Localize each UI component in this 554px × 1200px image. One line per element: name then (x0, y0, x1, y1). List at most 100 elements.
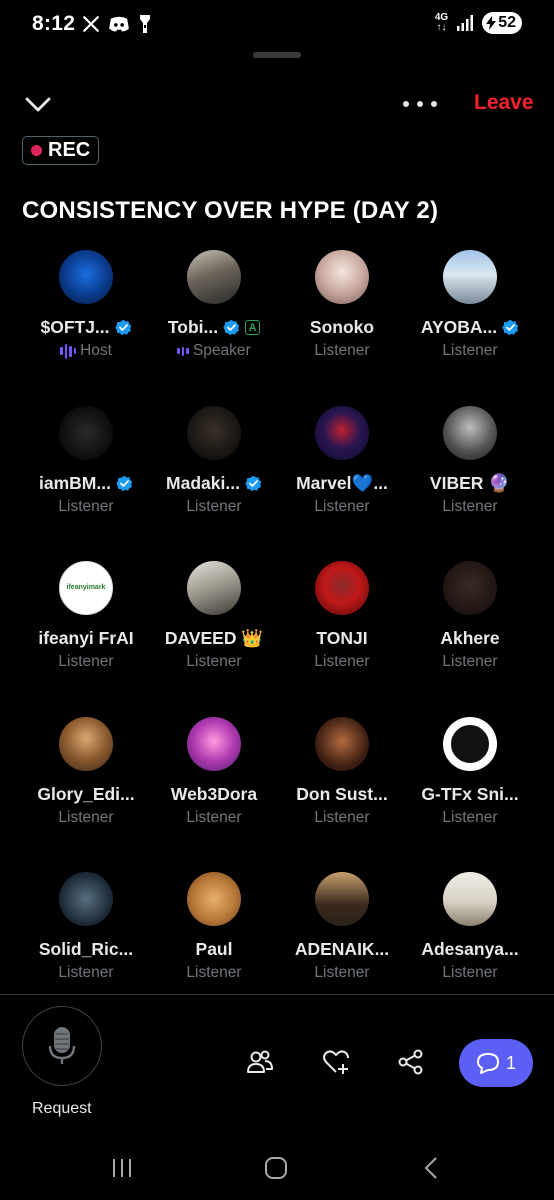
participant[interactable]: Sonoko Listener (278, 250, 406, 406)
participant-role-row: Listener (442, 498, 497, 516)
avatar[interactable] (187, 872, 241, 926)
chevron-down-icon[interactable] (24, 90, 52, 118)
participant-role-row: Listener (58, 809, 113, 827)
participant-role: Listener (58, 964, 114, 981)
participant[interactable]: Solid_Ric... Listener (22, 872, 150, 1028)
status-bar: 8:12 4G ↑↓ 52 (0, 0, 554, 52)
participant[interactable]: Tobi... A Speaker (150, 250, 278, 406)
participant[interactable]: Web3Dora Listener (150, 716, 278, 873)
avatar[interactable] (315, 716, 369, 771)
participant-name: G-TFx Sni... (421, 783, 519, 804)
participant[interactable]: Don Sust... Listener (278, 716, 406, 873)
avatar[interactable]: ifeanyimark (59, 561, 113, 615)
avatar[interactable] (315, 405, 369, 460)
avatar[interactable] (315, 561, 369, 615)
speaking-waveform-icon (177, 343, 189, 359)
participant-name-row: Don Sust... (296, 784, 387, 805)
avatar[interactable] (443, 716, 497, 771)
sheet-drag-handle[interactable] (253, 52, 301, 58)
participant-name-row: Sonoko (310, 317, 374, 338)
heart-plus-icon[interactable] (322, 1048, 350, 1076)
avatar[interactable] (315, 872, 369, 926)
participant-role-row: Listener (442, 964, 497, 982)
participant-name: iamBM... (39, 472, 111, 493)
participant-name-row: ifeanyi FrAI (38, 628, 133, 649)
participant[interactable]: AYOBA... Listener (406, 250, 534, 406)
home-icon[interactable] (264, 1156, 288, 1180)
status-time: 8:12 (32, 12, 76, 35)
recording-dot-icon (31, 145, 42, 156)
avatar[interactable] (187, 250, 241, 304)
participant[interactable]: Akhere Listener (406, 561, 534, 717)
participant-role-row: Listener (314, 653, 369, 671)
verified-badge-icon (223, 319, 240, 336)
participant-role: Listener (314, 653, 370, 670)
participant-role-row: Listener (186, 498, 241, 516)
participant-role: Listener (58, 497, 114, 515)
recording-label: REC (48, 139, 91, 161)
avatar[interactable] (443, 872, 497, 926)
speaking-waveform-icon (60, 343, 77, 359)
avatar[interactable] (443, 561, 497, 615)
participant[interactable]: G-TFx Sni... Listener (406, 716, 534, 873)
participant-name-row: Paul (196, 939, 233, 960)
avatar[interactable] (59, 250, 113, 304)
more-options-button[interactable] (403, 92, 437, 116)
avatar[interactable] (187, 405, 241, 460)
avatar[interactable] (187, 716, 241, 771)
participant-name-row: Solid_Ric... (39, 939, 133, 960)
participant-name-row: ADENAIK... (295, 939, 389, 960)
participant-name: Sonoko (309, 317, 375, 337)
chat-button[interactable]: 1 (459, 1039, 533, 1087)
avatar[interactable] (59, 716, 113, 771)
avatar[interactable] (443, 405, 497, 460)
participant-name-row: G-TFx Sni... (421, 784, 518, 805)
participant-name-row: VIBER 🔮 (430, 473, 510, 494)
participant-name: Don Sust... (296, 783, 388, 804)
participant[interactable]: Madaki... Listener (150, 405, 278, 562)
participant[interactable]: TONJI Listener (278, 561, 406, 717)
participant-role-row: Speaker (177, 342, 251, 360)
recent-apps-icon[interactable] (110, 1156, 134, 1180)
participant[interactable]: Paul Listener (150, 872, 278, 1028)
participant-name-row: Marvel💙... (296, 473, 388, 494)
participant-name-row: Akhere (440, 628, 499, 649)
avatar[interactable] (59, 872, 113, 926)
participant-role: Listener (186, 808, 242, 826)
avatar[interactable] (315, 250, 369, 304)
participant[interactable]: iamBM... Listener (22, 405, 150, 562)
battery-indicator: 52 (482, 12, 522, 34)
participant[interactable]: ADENAIK... Listener (278, 872, 406, 1028)
leave-button[interactable]: Leave (474, 91, 534, 115)
participant[interactable]: Glory_Edi... Listener (22, 716, 150, 873)
participant-name: Adesanya... (421, 939, 519, 959)
participant[interactable]: ifeanyimark ifeanyi FrAI Listener (22, 561, 150, 717)
participant-name: ADENAIK... (294, 939, 390, 959)
participant[interactable]: VIBER 🔮 Listener (406, 405, 534, 562)
participant[interactable]: Marvel💙... Listener (278, 405, 406, 562)
avatar[interactable] (443, 250, 497, 304)
participant-role-row: Listener (442, 653, 497, 671)
participant-role-row: Listener (58, 653, 113, 671)
request-mic-button[interactable] (22, 1006, 102, 1086)
share-icon[interactable] (397, 1048, 425, 1076)
participant-name: Tobi... (167, 317, 219, 337)
participant-role: Listener (442, 808, 498, 826)
people-icon[interactable] (246, 1048, 274, 1076)
participant-role-row: Listener (314, 498, 369, 516)
battery-level: 52 (498, 14, 516, 31)
participant-name: TONJI (316, 628, 368, 648)
avatar[interactable] (59, 405, 113, 460)
participant-role: Listener (442, 497, 498, 515)
participant[interactable]: DAVEED 👑 Listener (150, 561, 278, 717)
participant[interactable]: $OFTJ... Host (22, 250, 150, 406)
participant-name-row: Madaki... (166, 473, 262, 494)
more-dot (417, 101, 423, 107)
participant[interactable]: Adesanya... Listener (406, 872, 534, 1028)
avatar[interactable] (187, 561, 241, 615)
participant-name-row: Web3Dora (171, 784, 257, 805)
participant-name: Paul (195, 939, 233, 959)
participant-role-row: Listener (314, 809, 369, 827)
affiliate-badge: A (245, 320, 261, 335)
back-icon[interactable] (420, 1156, 444, 1180)
